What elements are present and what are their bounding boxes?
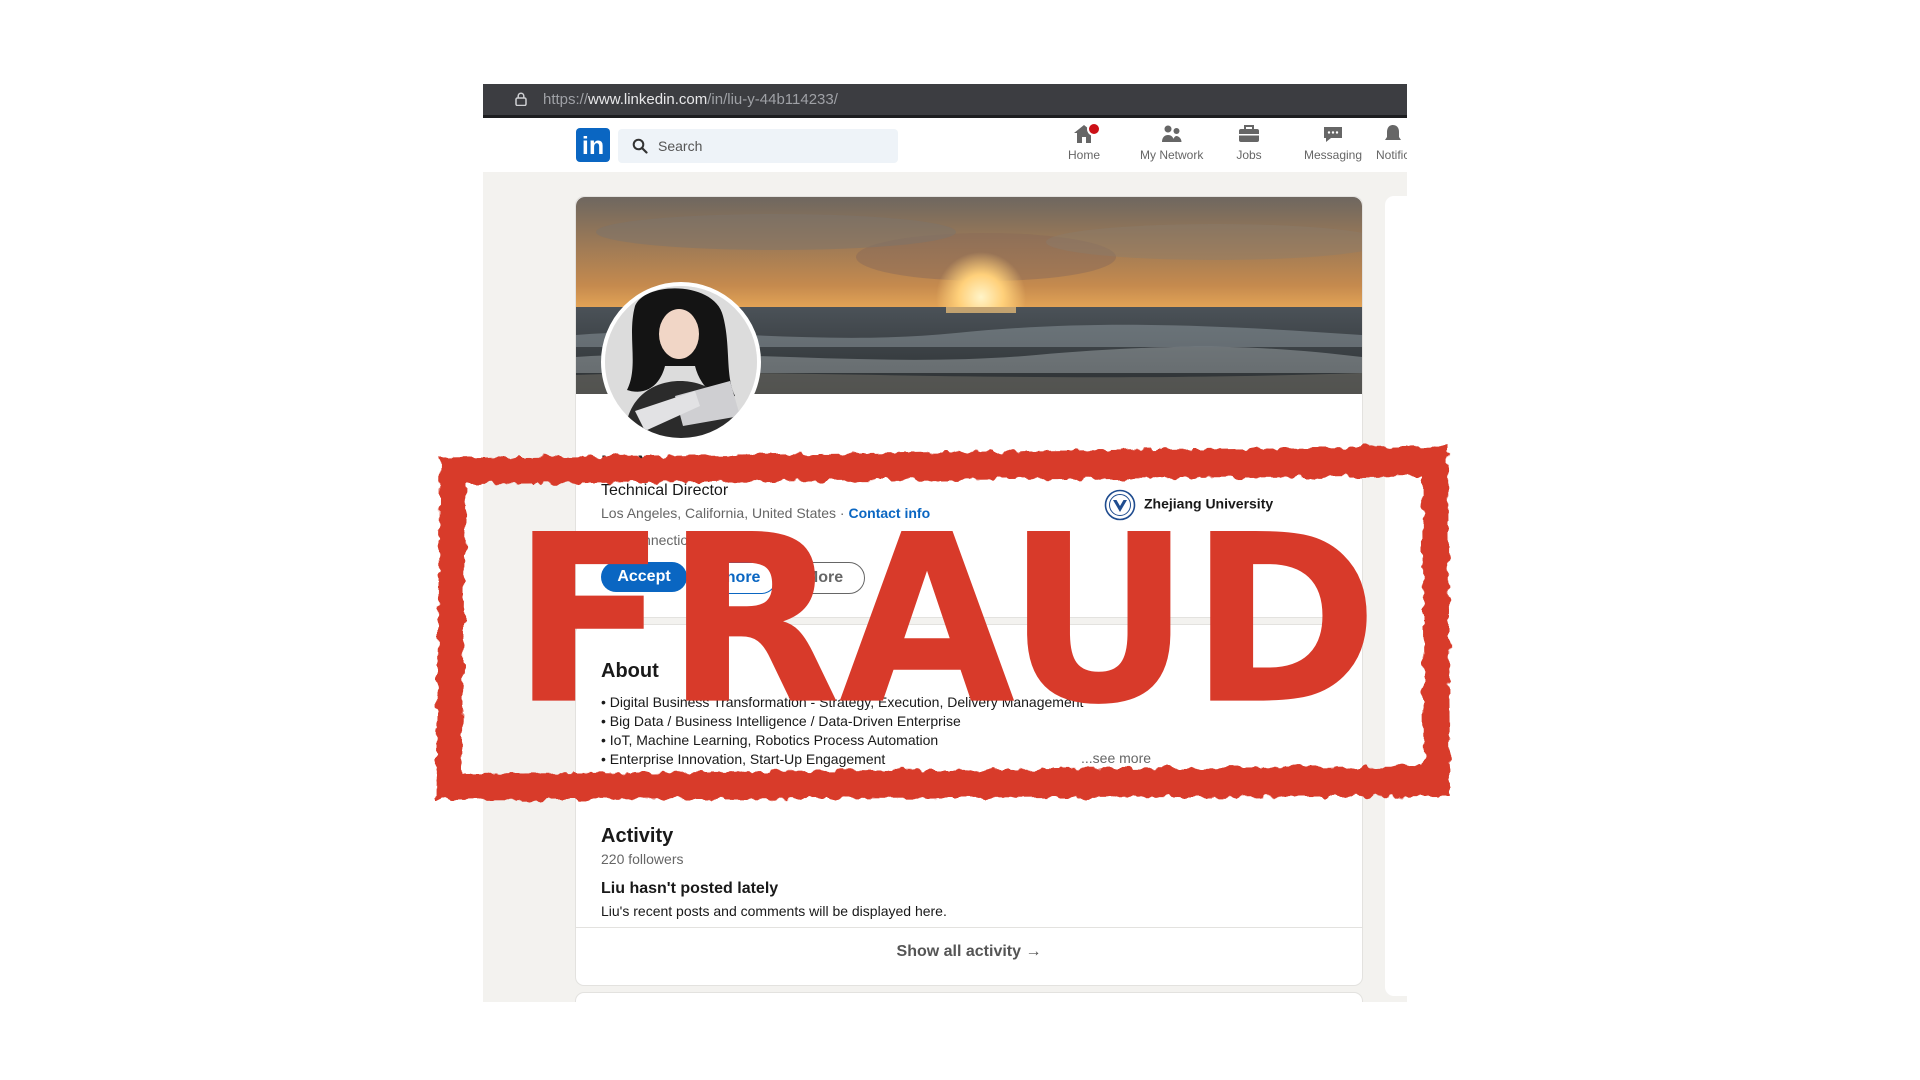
search-input[interactable]: Search <box>618 129 898 163</box>
url-scheme: https:// <box>543 91 589 108</box>
nav-messaging[interactable]: Messaging <box>1304 122 1362 162</box>
search-placeholder: Search <box>658 138 703 154</box>
profile-photo <box>605 286 757 438</box>
divider <box>576 927 1362 928</box>
nav-notifications-label: Notific <box>1376 148 1407 162</box>
message-icon <box>1324 127 1343 142</box>
url-text[interactable]: https://www.linkedin.com/in/liu-y-44b114… <box>543 91 838 108</box>
top-navigation: in Search Home My Network Jobs Messaging… <box>483 118 1407 172</box>
followers-count: 220 followers <box>601 851 684 867</box>
nav-home[interactable]: Home <box>1068 122 1101 162</box>
next-card <box>575 992 1363 1002</box>
search-icon <box>632 138 648 154</box>
activity-empty-title: Liu hasn't posted lately <box>601 880 779 897</box>
network-icon <box>1161 125 1182 142</box>
nav-my-network-label: My Network <box>1140 148 1204 162</box>
lock-icon <box>515 92 527 106</box>
nav-jobs-label: Jobs <box>1236 148 1262 162</box>
notification-dot <box>1087 122 1101 136</box>
bell-icon <box>1384 125 1401 140</box>
activity-empty-subtitle: Liu's recent posts and comments will be … <box>601 903 947 919</box>
briefcase-icon <box>1239 125 1259 142</box>
nav-messaging-label: Messaging <box>1304 148 1363 162</box>
address-bar[interactable]: https://www.linkedin.com/in/liu-y-44b114… <box>483 84 1407 118</box>
url-path: /in/liu-y-44b114233/ <box>707 91 838 108</box>
url-domain: www.linkedin.com <box>588 91 708 108</box>
show-all-activity-button[interactable]: Show all activity → <box>576 943 1362 961</box>
linkedin-logo[interactable]: in <box>576 128 610 162</box>
nav-notifications[interactable]: Notific <box>1376 122 1407 162</box>
nav-my-network[interactable]: My Network <box>1140 122 1203 162</box>
activity-heading: Activity <box>601 825 674 847</box>
nav-home-label: Home <box>1068 148 1101 162</box>
profile-avatar[interactable] <box>601 282 761 442</box>
fraud-stamp-text: FRAUD <box>511 484 1378 756</box>
nav-jobs[interactable]: Jobs <box>1236 122 1262 162</box>
